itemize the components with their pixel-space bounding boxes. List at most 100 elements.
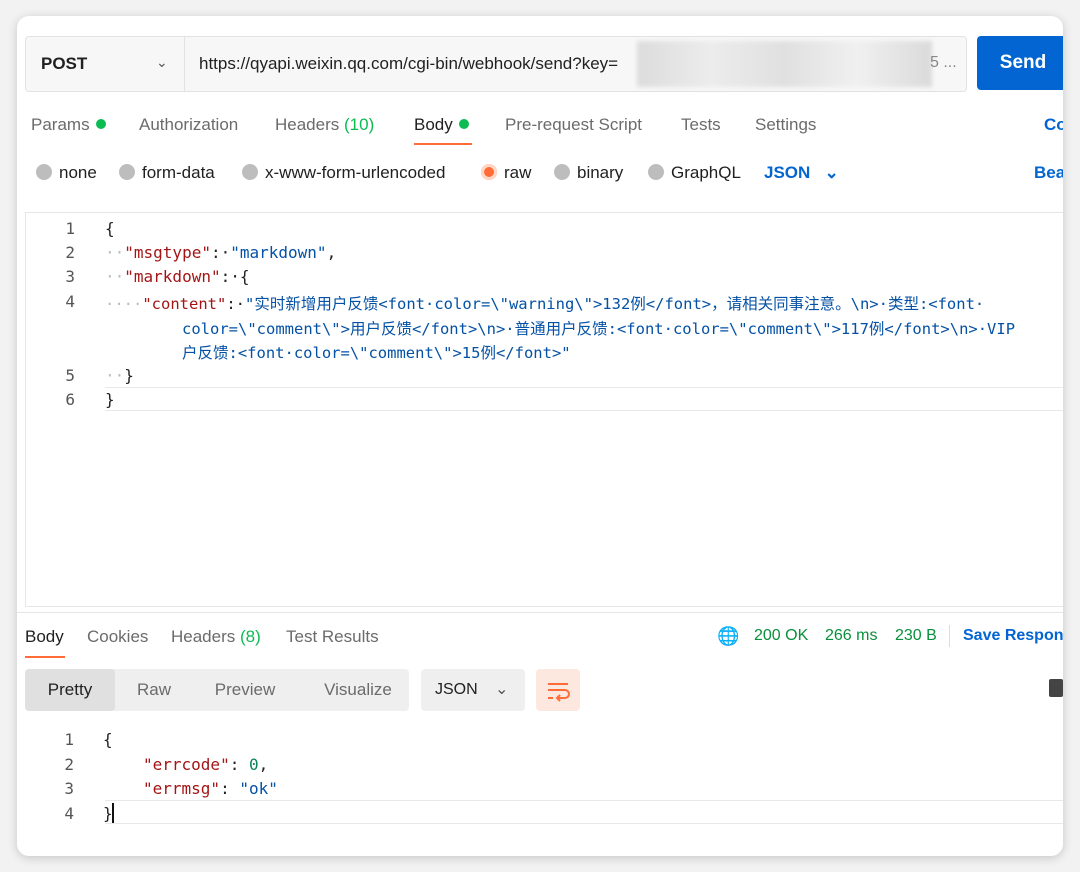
tab-settings[interactable]: Settings <box>755 115 816 135</box>
view-pretty[interactable]: Pretty <box>25 669 115 711</box>
request-url-bar: POST ⌄ https://qyapi.weixin.qq.com/cgi-b… <box>25 36 967 92</box>
tab-body[interactable]: Body <box>414 115 469 135</box>
radio-circle <box>648 164 664 180</box>
view-visualize[interactable]: Visualize <box>313 669 403 711</box>
line-number: 2 <box>65 243 75 262</box>
postman-window: POST ⌄ https://qyapi.weixin.qq.com/cgi-b… <box>17 16 1063 856</box>
code-brace-close-inner: ··} <box>105 366 134 385</box>
headers-count: (10) <box>344 115 375 134</box>
response-format-select[interactable]: JSON ⌄ <box>421 669 525 711</box>
radio-form-data[interactable]: form-data <box>119 163 215 183</box>
resp-line-errmsg: "errmsg": "ok" <box>143 779 278 798</box>
active-line-highlight <box>105 800 1063 824</box>
radio-graphql[interactable]: GraphQL <box>648 163 741 183</box>
json-value: 0 <box>248 755 259 774</box>
save-response-button[interactable]: Save Respon <box>963 627 1063 645</box>
json-value: "markdown" <box>230 243 327 262</box>
json-key: "markdown" <box>124 267 221 286</box>
json-key: "msgtype" <box>124 243 211 262</box>
body-indicator-dot <box>458 119 469 129</box>
line-number: 1 <box>64 730 74 749</box>
tab-headers-label: Headers <box>275 115 340 134</box>
wrap-lines-icon <box>548 683 570 702</box>
radio-binary[interactable]: binary <box>554 163 623 183</box>
method-select[interactable]: POST ⌄ <box>26 37 185 91</box>
line-number: 4 <box>64 804 74 823</box>
line-number: 5 <box>65 366 75 385</box>
chevron-down-icon: ⌄ <box>824 163 839 182</box>
view-raw[interactable]: Raw <box>123 669 185 711</box>
tab-tests[interactable]: Tests <box>681 115 721 135</box>
chevron-down-icon: ⌄ <box>495 681 509 698</box>
chevron-down-icon: ⌄ <box>156 54 168 70</box>
beautify-link[interactable]: Bea <box>1034 163 1063 183</box>
resp-tab-headers[interactable]: Headers (8) <box>171 627 261 647</box>
copy-icon[interactable] <box>1049 679 1063 697</box>
tab-pre-request-script[interactable]: Pre-request Script <box>505 115 642 135</box>
json-key: "errcode" <box>143 755 230 774</box>
cookies-link[interactable]: Co <box>1044 115 1063 135</box>
line-number: 6 <box>65 390 75 409</box>
status-divider <box>949 625 950 647</box>
line-number: 2 <box>64 755 74 774</box>
resp-line-errcode: "errcode": 0, <box>143 755 269 774</box>
active-line-highlight <box>105 387 1063 411</box>
tab-params[interactable]: Params <box>31 115 106 135</box>
resp-active-tab-underline <box>25 656 65 658</box>
tab-authorization[interactable]: Authorization <box>139 115 238 135</box>
globe-lock-icon[interactable]: 🌐 <box>717 626 739 647</box>
line-number: 3 <box>64 779 74 798</box>
tab-headers[interactable]: Headers (10) <box>275 115 374 135</box>
radio-graphql-label: GraphQL <box>671 163 741 182</box>
radio-urlencoded-label: x-www-form-urlencoded <box>265 163 446 182</box>
tab-body-label: Body <box>414 115 453 134</box>
response-view-toggle: Pretty Raw Preview Visualize <box>25 669 409 711</box>
wrap-lines-button[interactable] <box>536 669 580 711</box>
resp-tab-test-results[interactable]: Test Results <box>286 627 379 647</box>
resp-tab-body[interactable]: Body <box>25 627 64 647</box>
radio-circle <box>242 164 258 180</box>
url-input[interactable]: https://qyapi.weixin.qq.com/cgi-bin/webh… <box>199 54 618 74</box>
json-brace: { <box>239 267 250 286</box>
resp-tab-headers-label: Headers <box>171 627 236 646</box>
method-label: POST <box>41 54 88 73</box>
body-format-label: JSON <box>764 163 811 182</box>
text-cursor <box>112 803 114 823</box>
radio-circle <box>119 164 135 180</box>
view-preview[interactable]: Preview <box>203 669 287 711</box>
json-key: "content" <box>142 295 227 313</box>
radio-form-data-label: form-data <box>142 163 215 182</box>
active-tab-underline <box>414 143 472 145</box>
radio-raw[interactable]: raw <box>481 163 531 183</box>
url-tail: 5 ... <box>930 54 957 71</box>
resp-tab-cookies[interactable]: Cookies <box>87 627 148 647</box>
params-indicator-dot <box>95 119 106 129</box>
code-brace-open: { <box>105 219 115 238</box>
redacted-key <box>637 41 932 87</box>
tab-params-label: Params <box>31 115 90 134</box>
body-format-select[interactable]: JSON ⌄ <box>764 163 839 183</box>
radio-none[interactable]: none <box>36 163 97 183</box>
radio-urlencoded[interactable]: x-www-form-urlencoded <box>242 163 445 183</box>
line-number: 1 <box>65 219 75 238</box>
code-line-content: ····"content":·"实时新增用户反馈<font·color=\"wa… <box>105 295 985 313</box>
code-line-content-wrap: color=\"comment\">用户反馈</font>\n>·普通用户反馈:… <box>182 320 1016 338</box>
response-time[interactable]: 266 ms <box>825 627 877 645</box>
radio-binary-label: binary <box>577 163 624 182</box>
response-size[interactable]: 230 B <box>895 627 937 645</box>
radio-circle-selected <box>481 164 497 180</box>
json-value: "实时新增用户反馈<font·color=\"warning\">132例</f… <box>245 295 985 313</box>
radio-raw-label: raw <box>504 163 532 182</box>
code-line-content-wrap: 户反馈:<font·color=\"comment\">15例</font>" <box>182 344 571 362</box>
line-number: 4 <box>65 292 75 311</box>
send-button[interactable]: Send <box>977 36 1063 90</box>
json-key: "errmsg" <box>143 779 221 798</box>
response-divider <box>17 612 1063 613</box>
resp-brace-open: { <box>103 730 113 749</box>
code-line-msgtype: ··"msgtype":·"markdown", <box>105 243 337 262</box>
resp-headers-count: (8) <box>240 627 261 646</box>
radio-none-label: none <box>59 163 97 182</box>
json-value: "ok" <box>239 779 278 798</box>
code-brace-close: } <box>105 390 115 409</box>
status-code[interactable]: 200 OK <box>754 627 808 645</box>
